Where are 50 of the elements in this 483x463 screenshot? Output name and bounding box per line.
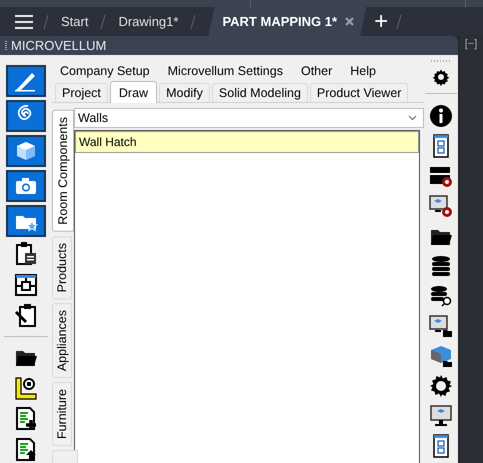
side-tab[interactable]: Appliances <box>52 303 72 378</box>
info-icon[interactable] <box>429 104 453 128</box>
document-add-icon[interactable] <box>14 406 38 432</box>
panel-title: MICROVELLUM <box>11 38 106 53</box>
document-upload-icon[interactable] <box>14 437 38 463</box>
monitor-icon[interactable] <box>429 404 453 428</box>
database-icon[interactable] <box>429 254 453 278</box>
side-tab[interactable]: Furniture <box>52 382 72 446</box>
tab[interactable]: Project <box>55 83 108 102</box>
database-search-icon[interactable] <box>429 284 453 308</box>
tab[interactable]: Solid Modeling <box>212 83 308 102</box>
gear-icon[interactable] <box>429 374 453 398</box>
menu-item[interactable]: Company Setup <box>60 64 150 78</box>
menu-item[interactable]: Help <box>350 64 376 78</box>
tab-separator <box>190 14 196 28</box>
clipboard-icon[interactable] <box>14 241 38 267</box>
new-tab-button[interactable]: + <box>374 10 388 34</box>
document-tab[interactable]: PART MAPPING 1* <box>208 7 366 36</box>
frame-icon[interactable] <box>14 272 38 298</box>
tab[interactable]: Product Viewer <box>310 83 408 102</box>
tab-separator <box>43 14 49 28</box>
document-tab[interactable]: Drawing1* <box>114 7 182 36</box>
camera-button[interactable] <box>6 170 46 202</box>
menu-icon[interactable] <box>15 14 33 28</box>
document-tab[interactable]: Start <box>57 7 92 36</box>
camera-icon <box>13 175 39 197</box>
settings-icon[interactable] <box>432 68 450 86</box>
spiral-button[interactable] <box>6 100 46 132</box>
clipboard-pencil-icon[interactable] <box>14 303 38 329</box>
tab-separator <box>100 14 106 28</box>
category-dropdown[interactable]: Walls <box>74 108 424 128</box>
side-tab[interactable]: Room Components <box>52 110 74 232</box>
tab[interactable]: Modify <box>159 83 210 102</box>
side-tab[interactable]: Products <box>52 236 72 300</box>
pen-tool-button[interactable] <box>6 65 46 97</box>
monitor-folder-icon[interactable] <box>429 314 453 338</box>
tab-separator <box>396 14 402 28</box>
cube-button[interactable] <box>6 135 46 167</box>
close-icon[interactable] <box>345 17 354 26</box>
collapse-button[interactable]: [−] <box>464 38 478 463</box>
monitor-gear-icon[interactable] <box>429 194 453 218</box>
folder-star-button[interactable] <box>6 205 46 237</box>
drawer-gear-icon[interactable] <box>429 164 453 188</box>
tab[interactable]: Draw <box>110 81 158 103</box>
list-item[interactable]: Wall Hatch <box>75 131 419 153</box>
menu-item[interactable]: Other <box>300 64 332 78</box>
ruler-icon[interactable] <box>14 375 38 401</box>
menu-item[interactable]: Microvellum Settings <box>168 64 283 78</box>
chevron-down-icon <box>408 115 417 121</box>
machine-icon[interactable] <box>429 344 453 368</box>
